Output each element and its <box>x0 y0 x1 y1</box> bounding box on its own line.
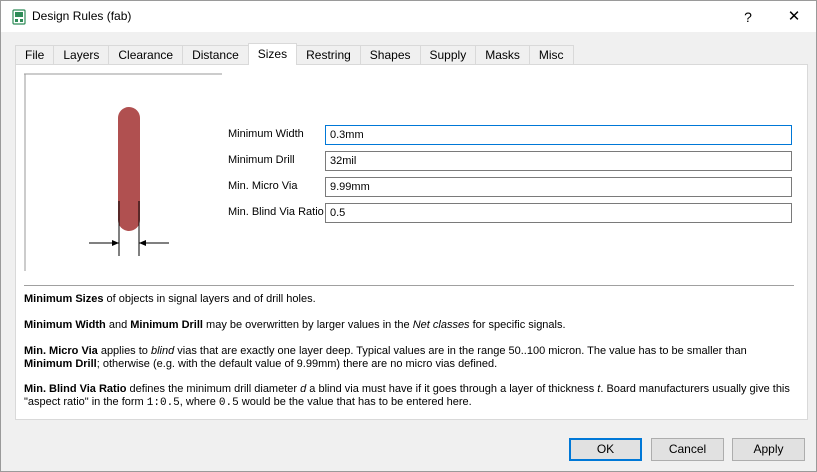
title-bar: Design Rules (fab) ? ✕ <box>1 1 816 32</box>
help-term: Minimum Drill <box>24 358 97 370</box>
min-drill-label: Minimum Drill <box>228 154 295 166</box>
help-term: Min. Blind Via Ratio <box>24 383 127 395</box>
help-emphasis: blind <box>150 345 175 357</box>
min-micro-via-input[interactable]: 9.99mm <box>325 177 792 197</box>
tab-masks[interactable]: Masks <box>475 45 529 65</box>
close-button[interactable]: ✕ <box>774 5 814 29</box>
help-term: Minimum Sizes <box>24 293 104 305</box>
min-blind-via-ratio-input[interactable]: 0.5 <box>325 203 792 223</box>
help-text: ; otherwise (e.g. with the default value… <box>96 358 498 370</box>
help-text: may be overwritten by larger values in t… <box>202 319 413 331</box>
apply-button[interactable]: Apply <box>732 438 805 461</box>
trace-width-diagram <box>24 73 222 271</box>
window-title: Design Rules (fab) <box>32 9 132 23</box>
design-rules-dialog: Design Rules (fab) ? ✕ File Layers Clear… <box>0 0 817 472</box>
help-text: for specific signals. <box>469 319 566 331</box>
help-text: vias that are exactly one layer deep. Ty… <box>174 345 747 357</box>
help-button[interactable]: ? <box>733 5 763 29</box>
help-text: would be the value that has to be entere… <box>238 396 472 408</box>
help-text: applies to <box>97 345 151 357</box>
tab-misc[interactable]: Misc <box>528 45 574 65</box>
help-code: 1:0.5 <box>146 397 180 409</box>
help-code: 0.5 <box>218 397 239 409</box>
tab-layers[interactable]: Layers <box>53 45 109 65</box>
tab-sizes[interactable]: Sizes <box>247 43 298 65</box>
help-term: Min. Micro Via <box>24 345 98 357</box>
ok-button[interactable]: OK <box>569 438 642 461</box>
cancel-button[interactable]: Cancel <box>651 438 724 461</box>
help-term: Minimum Drill <box>130 319 203 331</box>
help-paragraph-2: Minimum Width and Minimum Drill may be o… <box>24 319 794 332</box>
tab-file[interactable]: File <box>15 45 54 65</box>
tab-bar: File Layers Clearance Distance Sizes Res… <box>15 43 574 65</box>
tab-supply[interactable]: Supply <box>419 45 476 65</box>
min-drill-input[interactable]: 32mil <box>325 151 792 171</box>
help-paragraph-4: Min. Blind Via Ratio defines the minimum… <box>24 383 794 410</box>
help-term: Minimum Width <box>24 319 106 331</box>
help-paragraph-1: Minimum Sizes of objects in signal layer… <box>24 293 794 306</box>
help-text: defines the minimum drill diameter <box>126 383 301 395</box>
min-blind-via-ratio-label: Min. Blind Via Ratio <box>228 206 324 218</box>
tab-clearance[interactable]: Clearance <box>108 45 183 65</box>
app-icon <box>12 9 26 25</box>
tab-shapes[interactable]: Shapes <box>359 45 420 65</box>
trace-shape <box>118 107 140 231</box>
help-text: a blind via must have if it goes through… <box>306 383 598 395</box>
min-micro-via-label: Min. Micro Via <box>228 180 298 192</box>
tab-distance[interactable]: Distance <box>182 45 248 65</box>
help-paragraph-3: Min. Micro Via applies to blind vias tha… <box>24 345 794 371</box>
sizes-panel: Minimum Width 0.3mm Minimum Drill 32mil … <box>15 64 808 420</box>
tab-restring[interactable]: Restring <box>297 45 360 65</box>
help-text: , where <box>179 396 219 408</box>
help-emphasis: Net classes <box>412 319 470 331</box>
help-text: and <box>105 319 131 331</box>
help-text: of objects in signal layers and of drill… <box>103 293 316 305</box>
divider <box>24 285 794 286</box>
min-width-input[interactable]: 0.3mm <box>325 125 792 145</box>
min-width-label: Minimum Width <box>228 128 304 140</box>
